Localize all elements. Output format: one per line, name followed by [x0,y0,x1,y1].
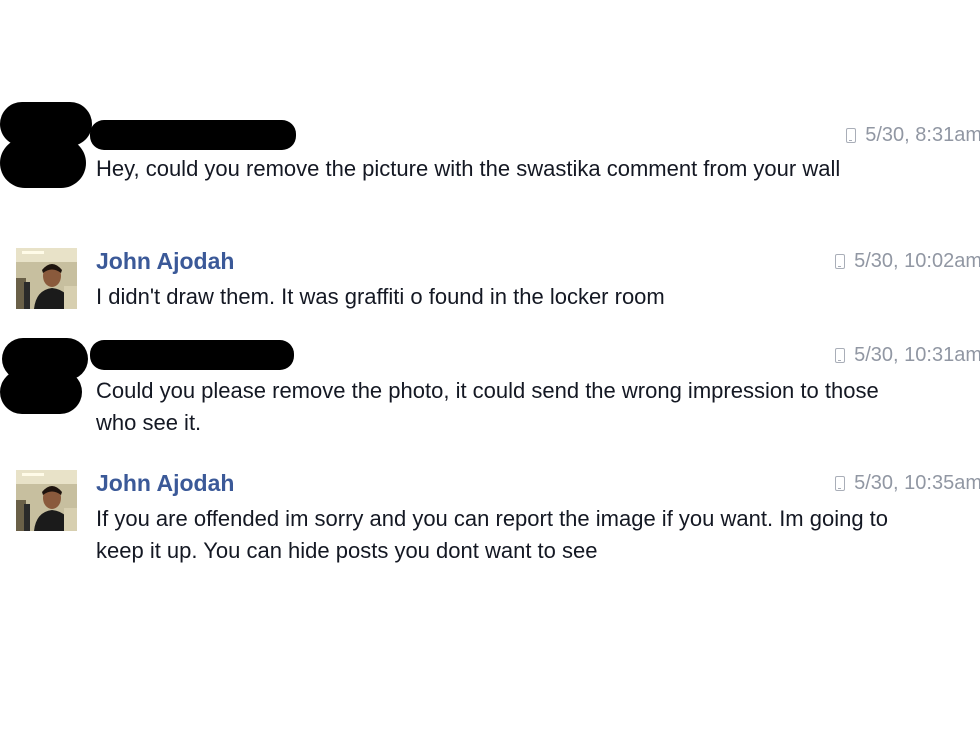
message-thread: 5/30, 8:31am Hey, could you remove the p… [0,0,980,735]
redacted-avatar [0,100,92,188]
mobile-phone-icon [846,128,857,143]
profile-photo [16,470,77,531]
timestamp-text: 5/30, 10:35am [854,472,980,494]
message-timestamp: 5/30, 8:31am [846,124,980,147]
message-text: If you are offended im sorry and you can… [96,506,889,563]
mobile-phone-icon [835,476,846,491]
timestamp-text: 5/30, 10:31am [854,344,980,366]
message-text: I didn't draw them. It was graffiti o fo… [96,284,665,309]
timestamp-text: 5/30, 8:31am [865,124,980,146]
timestamp-text: 5/30, 10:02am [854,250,980,272]
profile-photo [16,248,77,309]
message-text: Hey, could you remove the picture with t… [96,156,841,181]
message-timestamp: 5/30, 10:35am [835,472,980,495]
mobile-phone-icon [835,254,846,269]
redacted-sender-name [90,340,294,370]
avatar[interactable] [16,248,77,309]
sender-name[interactable]: John Ajodah [96,470,234,497]
redacted-avatar [0,334,92,420]
message-timestamp: 5/30, 10:31am [835,344,980,367]
message-text: Could you please remove the photo, it co… [96,378,879,435]
avatar[interactable] [16,470,77,531]
mobile-phone-icon [835,348,846,363]
message-timestamp: 5/30, 10:02am [835,250,980,273]
redacted-sender-name [90,120,296,150]
sender-name[interactable]: John Ajodah [96,248,234,275]
